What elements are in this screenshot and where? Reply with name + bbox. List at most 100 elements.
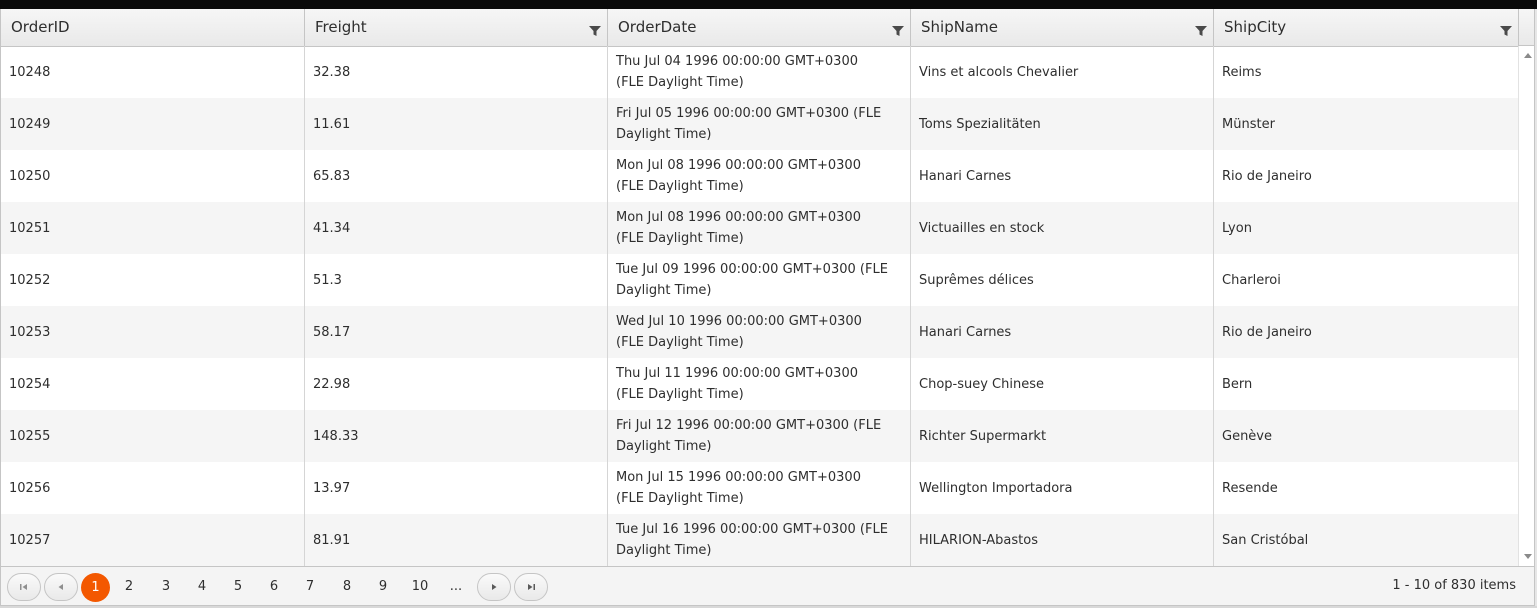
prev-page-icon	[58, 584, 63, 590]
cell-orderid: 10248	[1, 46, 305, 98]
cell-freight: 81.91	[305, 514, 608, 566]
cell-orderid: 10255	[1, 410, 305, 462]
cell-orderdate: Mon Jul 15 1996 00:00:00 GMT+0300 (FLE D…	[608, 462, 911, 514]
cell-orderdate: Thu Jul 11 1996 00:00:00 GMT+0300 (FLE D…	[608, 358, 911, 410]
cell-freight: 65.83	[305, 150, 608, 202]
page-3-button[interactable]: 3	[151, 573, 181, 601]
cell-freight: 32.38	[305, 46, 608, 98]
cell-shipname: Suprêmes délices	[911, 254, 1214, 306]
header-shipname[interactable]: ShipName	[911, 9, 1214, 46]
table-row[interactable]: 10256 13.97 Mon Jul 15 1996 00:00:00 GMT…	[1, 462, 1518, 514]
header-shipname-label: ShipName	[921, 18, 998, 36]
cell-shipcity: Bern	[1222, 376, 1253, 392]
cell-orderdate: Fri Jul 05 1996 00:00:00 GMT+0300 (FLE D…	[608, 98, 911, 150]
cell-shipcity: Münster	[1222, 116, 1275, 132]
last-page-button[interactable]	[514, 573, 548, 601]
cell-orderdate: Mon Jul 08 1996 00:00:00 GMT+0300 (FLE D…	[608, 150, 911, 202]
cell-orderdate: Thu Jul 04 1996 00:00:00 GMT+0300 (FLE D…	[608, 46, 911, 98]
first-page-icon	[20, 584, 27, 590]
cell-orderdate: Tue Jul 09 1996 00:00:00 GMT+0300 (FLE D…	[608, 254, 911, 306]
cell-orderid: 10257	[1, 514, 305, 566]
cell-orderid: 10253	[1, 306, 305, 358]
scroll-up-arrow-icon[interactable]	[1524, 53, 1532, 58]
cell-shipname: Chop-suey Chinese	[911, 358, 1214, 410]
page-7-button[interactable]: 7	[295, 573, 325, 601]
cell-freight: 41.34	[305, 202, 608, 254]
orders-grid: OrderID Freight OrderDate ShipName ShipC…	[0, 9, 1535, 606]
cell-shipcity: Rio de Janeiro	[1222, 324, 1312, 340]
cell-orderid: 10251	[1, 202, 305, 254]
page-6-button[interactable]: 6	[259, 573, 289, 601]
next-page-button[interactable]	[477, 573, 511, 601]
cell-shipname: Hanari Carnes	[911, 150, 1214, 202]
page-2-button[interactable]: 2	[114, 573, 144, 601]
cell-orderdate: Tue Jul 16 1996 00:00:00 GMT+0300 (FLE D…	[608, 514, 911, 566]
table-row[interactable]: 10248 32.38 Thu Jul 04 1996 00:00:00 GMT…	[1, 46, 1518, 98]
cell-shipcity: Lyon	[1222, 220, 1252, 236]
table-row[interactable]: 10253 58.17 Wed Jul 10 1996 00:00:00 GMT…	[1, 306, 1518, 358]
page-4-button[interactable]: 4	[187, 573, 217, 601]
cell-shipname: Victuailles en stock	[911, 202, 1214, 254]
header-orderdate-label: OrderDate	[618, 18, 697, 36]
cell-orderid: 10252	[1, 254, 305, 306]
cell-shipcity: Resende	[1222, 480, 1278, 496]
grid-body: 10248 32.38 Thu Jul 04 1996 00:00:00 GMT…	[1, 46, 1518, 566]
vertical-scrollbar[interactable]	[1518, 46, 1534, 566]
cell-orderid: 10249	[1, 98, 305, 150]
table-row[interactable]: 10250 65.83 Mon Jul 08 1996 00:00:00 GMT…	[1, 150, 1518, 202]
header-freight-label: Freight	[315, 18, 367, 36]
more-pages-button[interactable]: ...	[441, 573, 471, 601]
top-dark-bar	[0, 0, 1537, 9]
table-row[interactable]: 10255 148.33 Fri Jul 12 1996 00:00:00 GM…	[1, 410, 1518, 462]
cell-freight: 58.17	[305, 306, 608, 358]
prev-page-button[interactable]	[44, 573, 78, 601]
header-orderid[interactable]: OrderID	[1, 9, 305, 46]
pager: 1 2 3 4 5 6 7 8 9 10 ... 1 - 10 of 830 i…	[1, 566, 1534, 605]
header-freight[interactable]: Freight	[305, 9, 608, 46]
table-row[interactable]: 10251 41.34 Mon Jul 08 1996 00:00:00 GMT…	[1, 202, 1518, 254]
filter-icon[interactable]	[892, 25, 904, 37]
cell-shipname: Hanari Carnes	[911, 306, 1214, 358]
cell-orderdate: Mon Jul 08 1996 00:00:00 GMT+0300 (FLE D…	[608, 202, 911, 254]
page-10-button[interactable]: 10	[404, 573, 436, 601]
cell-orderid: 10256	[1, 462, 305, 514]
table-row[interactable]: 10254 22.98 Thu Jul 11 1996 00:00:00 GMT…	[1, 358, 1518, 410]
cell-freight: 51.3	[305, 254, 608, 306]
header-shipcity-label: ShipCity	[1224, 18, 1287, 36]
page-1-button[interactable]: 1	[81, 573, 110, 602]
filter-icon[interactable]	[589, 25, 601, 37]
cell-shipname: Wellington Importadora	[911, 462, 1214, 514]
pager-info: 1 - 10 of 830 items	[1392, 578, 1516, 593]
filter-icon[interactable]	[1500, 25, 1512, 37]
scroll-down-arrow-icon[interactable]	[1524, 554, 1532, 559]
cell-shipname: Vins et alcools Chevalier	[911, 46, 1214, 98]
cell-shipcity: San Cristóbal	[1222, 532, 1309, 548]
table-row[interactable]: 10252 51.3 Tue Jul 09 1996 00:00:00 GMT+…	[1, 254, 1518, 306]
cell-shipcity: Reims	[1222, 64, 1262, 80]
first-page-button[interactable]	[7, 573, 41, 601]
page-8-button[interactable]: 8	[332, 573, 362, 601]
cell-freight: 13.97	[305, 462, 608, 514]
header-orderid-label: OrderID	[11, 18, 70, 36]
cell-shipcity: Genève	[1222, 428, 1273, 444]
table-row[interactable]: 10257 81.91 Tue Jul 16 1996 00:00:00 GMT…	[1, 514, 1518, 566]
cell-shipcity: Rio de Janeiro	[1222, 168, 1312, 184]
cell-orderid: 10254	[1, 358, 305, 410]
filter-icon[interactable]	[1195, 25, 1207, 37]
page-5-button[interactable]: 5	[223, 573, 253, 601]
header-shipcity[interactable]: ShipCity	[1214, 9, 1518, 46]
table-row[interactable]: 10249 11.61 Fri Jul 05 1996 00:00:00 GMT…	[1, 98, 1518, 150]
page-9-button[interactable]: 9	[368, 573, 398, 601]
cell-shipname: HILARION-Abastos	[911, 514, 1214, 566]
last-page-icon	[528, 584, 535, 590]
cell-orderdate: Fri Jul 12 1996 00:00:00 GMT+0300 (FLE D…	[608, 410, 911, 462]
next-page-icon	[492, 584, 497, 590]
cell-shipcity: Charleroi	[1222, 272, 1281, 288]
header-orderdate[interactable]: OrderDate	[608, 9, 911, 46]
cell-freight: 11.61	[305, 98, 608, 150]
cell-freight: 148.33	[305, 410, 608, 462]
cell-orderid: 10250	[1, 150, 305, 202]
header-scroll-spacer	[1518, 9, 1534, 46]
cell-shipname: Richter Supermarkt	[911, 410, 1214, 462]
grid-header: OrderID Freight OrderDate ShipName ShipC…	[1, 9, 1518, 47]
